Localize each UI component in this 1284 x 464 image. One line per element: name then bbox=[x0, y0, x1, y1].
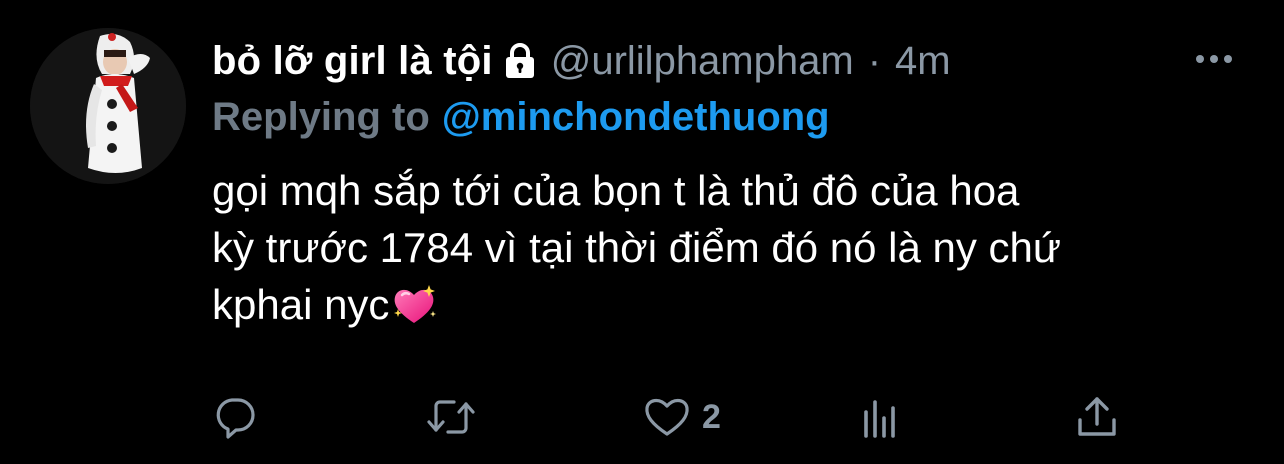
more-horizontal-icon[interactable] bbox=[1194, 52, 1234, 66]
like-count: 2 bbox=[702, 397, 721, 436]
tweet-text-line-content: kphai nyc bbox=[212, 281, 390, 328]
reply-button[interactable] bbox=[212, 392, 258, 442]
author-display-name[interactable]: bỏ lỡ girl là tội bbox=[212, 39, 493, 84]
lock-icon bbox=[505, 42, 535, 80]
tweet[interactable]: bỏ lỡ girl là tội @urlilphampham · 4m Re… bbox=[0, 0, 1284, 464]
heart-icon bbox=[642, 394, 692, 440]
retweet-icon bbox=[426, 394, 476, 440]
reply-icon bbox=[212, 394, 258, 440]
analytics-icon bbox=[860, 394, 900, 440]
tweet-text-line: gọi mqh sắp tới của bọn t là thủ đô của … bbox=[212, 167, 1020, 214]
retweet-button[interactable] bbox=[426, 392, 476, 442]
timestamp[interactable]: 4m bbox=[895, 39, 951, 84]
replying-to-handle[interactable]: @minchondethuong bbox=[442, 95, 830, 140]
replying-to: Replying to @minchondethuong bbox=[212, 92, 830, 142]
sparkling-heart-icon bbox=[391, 283, 437, 327]
like-button[interactable]: 2 bbox=[642, 392, 721, 442]
share-icon bbox=[1074, 394, 1120, 440]
tweet-actions: 2 bbox=[212, 392, 1132, 442]
tweet-header: bỏ lỡ girl là tội @urlilphampham · 4m bbox=[212, 36, 951, 86]
tweet-text-line: kỳ trước 1784 vì tại thời điểm đó nó là … bbox=[212, 224, 1062, 271]
avatar[interactable] bbox=[30, 28, 186, 184]
tweet-text-line-last: kphai nyc bbox=[212, 276, 1252, 333]
analytics-button[interactable] bbox=[860, 392, 900, 442]
tweet-text: gọi mqh sắp tới của bọn t là thủ đô của … bbox=[212, 162, 1252, 333]
author-handle[interactable]: @urlilphampham bbox=[551, 39, 854, 84]
separator-dot: · bbox=[867, 38, 882, 83]
share-button[interactable] bbox=[1074, 392, 1120, 442]
replying-to-label: Replying to bbox=[212, 94, 430, 139]
avatar-image bbox=[30, 28, 186, 184]
